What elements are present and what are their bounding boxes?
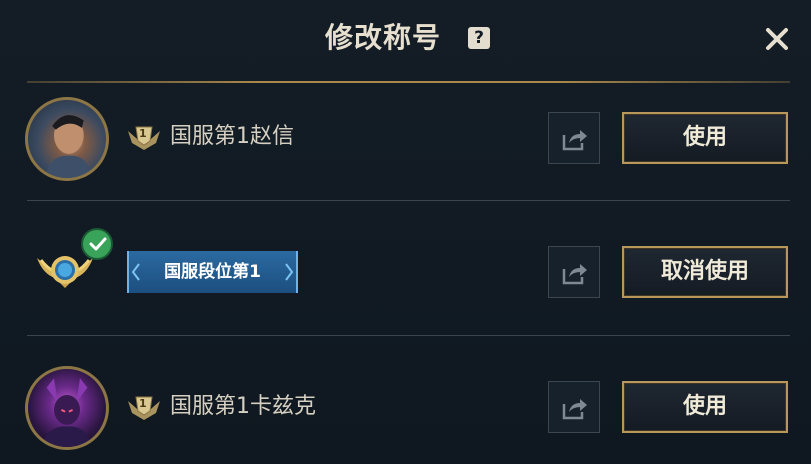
- use-button[interactable]: 使用: [622, 112, 788, 164]
- hero-avatar: [25, 366, 109, 450]
- row-divider: [27, 335, 790, 336]
- rank-number: 1: [139, 397, 147, 410]
- rank-number: 1: [139, 127, 147, 140]
- title-banner: 国服段位第1: [127, 251, 298, 293]
- title-label: 国服第1赵信: [170, 124, 294, 149]
- chevron-right-icon: [285, 263, 294, 281]
- rank-badge-icon: 1: [126, 123, 162, 151]
- share-button[interactable]: [548, 246, 600, 298]
- edit-title-dialog: 修改称号 ? 1 国服第1赵信 使用 国服段位第1 取消使用 1 国服第1卡兹克…: [0, 0, 811, 464]
- share-icon: [562, 130, 587, 151]
- hero-avatar: [25, 97, 109, 181]
- title-label: 国服第1卡兹克: [170, 394, 316, 419]
- row-divider: [27, 200, 790, 201]
- dialog-title: 修改称号: [325, 21, 442, 54]
- close-icon[interactable]: [762, 24, 792, 54]
- help-icon[interactable]: ?: [468, 27, 490, 49]
- dialog-header: 修改称号 ?: [0, 0, 811, 80]
- rank-badge-icon: 1: [126, 393, 162, 421]
- selected-check-icon: [81, 228, 113, 260]
- use-button[interactable]: 使用: [622, 381, 788, 433]
- header-divider: [27, 81, 790, 83]
- title-label: 国服段位第1: [164, 262, 261, 282]
- share-button[interactable]: [548, 381, 600, 433]
- share-icon: [562, 264, 587, 285]
- share-button[interactable]: [548, 112, 600, 164]
- cancel-use-button[interactable]: 取消使用: [622, 246, 788, 298]
- share-icon: [562, 399, 587, 420]
